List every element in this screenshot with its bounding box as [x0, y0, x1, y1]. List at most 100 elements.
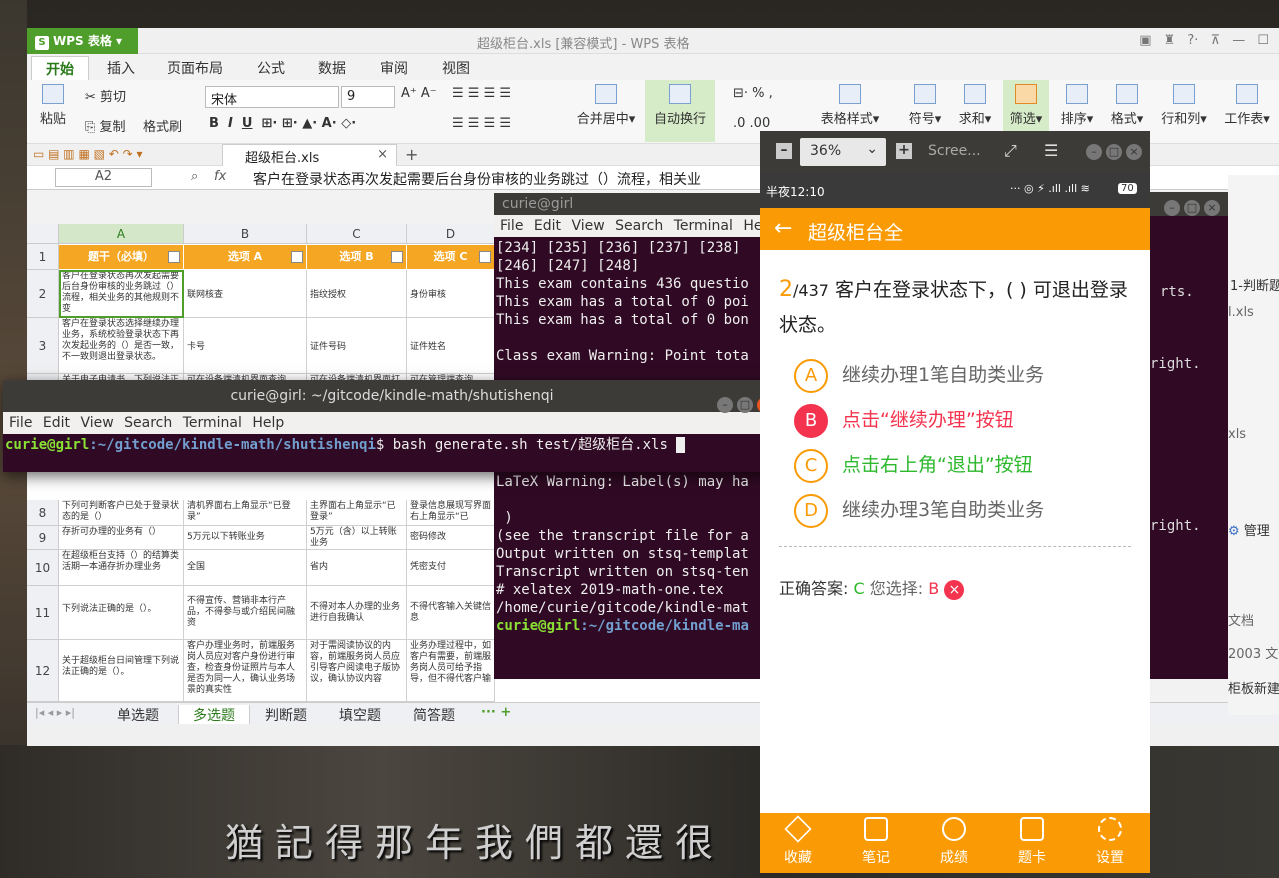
file-item[interactable]: 文档 [1228, 610, 1254, 629]
minimize-icon[interactable]: – [717, 397, 733, 413]
terminal-front-prompt-line[interactable]: curie@girl:~/gitcode/kindle-math/shutish… [3, 434, 781, 456]
maximize-icon[interactable]: □ [1106, 144, 1122, 160]
sheet-tab-single-choice[interactable]: 单选题 [117, 705, 159, 725]
font-family-select[interactable]: 宋体 [205, 86, 339, 108]
symbol-button[interactable]: 符号▾ [905, 84, 945, 127]
sum-button[interactable]: 求和▾ [955, 84, 995, 127]
row-header[interactable]: 11 [27, 586, 59, 640]
table-cell[interactable]: 全国 [184, 550, 307, 586]
maximize-icon[interactable]: □ [737, 397, 753, 413]
filter-dropdown-icon[interactable] [479, 251, 491, 263]
wps-app-menu-button[interactable]: S WPS 表格 ▾ [27, 28, 138, 54]
row-header[interactable]: 3 [27, 318, 59, 374]
wrap-text-button[interactable]: 自动换行 [645, 80, 715, 142]
name-box[interactable]: A2 [55, 168, 152, 187]
maximize-icon[interactable]: □ [1184, 200, 1200, 216]
table-cell[interactable]: 登录信息展现写界面右上角显示“已 [407, 500, 495, 526]
search-icon[interactable]: ⌕ [191, 169, 198, 184]
zoom-select[interactable]: 36% ⌄ [800, 138, 886, 166]
table-cell[interactable]: 关于超级柜台日间管理下列说法正确的是（）。 [59, 640, 184, 702]
menu-icon[interactable]: ☰ [1044, 141, 1058, 160]
row-header[interactable]: 2 [27, 270, 59, 318]
filter-dropdown-icon[interactable] [391, 251, 403, 263]
select-all-corner[interactable] [27, 224, 59, 244]
nav-question-card[interactable]: 题卡 [1002, 817, 1062, 867]
close-icon[interactable]: × [1126, 144, 1142, 160]
zoom-out-button[interactable]: – [776, 143, 792, 159]
paste-button[interactable]: 粘贴 [33, 84, 73, 127]
tab-page-layout[interactable]: 页面布局 [167, 58, 223, 78]
menu-terminal[interactable]: Terminal [674, 218, 733, 234]
nav-score[interactable]: 成绩 [924, 817, 984, 867]
table-cell[interactable]: 凭密支付 [407, 550, 495, 586]
row-header[interactable]: 10 [27, 550, 59, 586]
table-cell[interactable]: 客户在登录状态选择继续办理业务，系统校验登录状态下再次发起业务的（）是否一致，不… [59, 318, 184, 374]
fx-label[interactable]: fx [214, 169, 226, 184]
copy-button[interactable]: ⎘ 复制 [85, 116, 126, 135]
table-cell[interactable]: 不得对本人办理的业务进行自我确认 [307, 586, 407, 640]
row-header[interactable]: 1 [27, 244, 59, 270]
tab-home[interactable]: 开始 [31, 56, 89, 81]
table-style-button[interactable]: 表格样式▾ [815, 84, 885, 127]
menu-search[interactable]: Search [124, 415, 172, 431]
sheet-tab-short-answer[interactable]: 简答题 [413, 705, 455, 725]
formula-input[interactable]: 客户在登录状态再次发起需要后台身份审核的业务跳过（）流程，相关业 [253, 169, 701, 189]
header-cell[interactable]: 题干（必填） [59, 245, 184, 269]
column-header-b[interactable]: B [184, 224, 307, 244]
row-header[interactable]: 12 [27, 640, 59, 702]
table-cell[interactable]: 不得宣传、营销非本行产品，不得参与或介绍民间融资 [184, 586, 307, 640]
filter-dropdown-icon[interactable] [168, 251, 180, 263]
table-cell[interactable]: 5万元（含）以上转账业务 [307, 526, 407, 550]
new-tab-icon[interactable]: + [405, 145, 418, 164]
format-painter-button[interactable]: 格式刷 [143, 116, 182, 135]
table-cell[interactable]: 主界面右上角显示“已登录” [307, 500, 407, 526]
menu-edit[interactable]: Edit [534, 218, 561, 234]
file-item[interactable]: 柜板新建... [1228, 678, 1279, 697]
table-cell[interactable]: 下列说法正确的是（）。 [59, 586, 184, 640]
side-window-controls[interactable]: – □ × [1160, 196, 1220, 218]
sheet-tab-fill-blank[interactable]: 填空题 [339, 705, 381, 725]
row-header[interactable]: 8 [27, 500, 59, 526]
table-cell[interactable]: 在超级柜台支持（）的结算类活期一本通存折办理业务 [59, 550, 184, 586]
quick-access-icons[interactable]: ▭ ▤ ▥ ▦ ▧ ↶ ↷ ▾ [33, 147, 143, 161]
file-item[interactable]: xls [1228, 427, 1246, 442]
table-cell[interactable]: 证件号码 [307, 318, 407, 374]
minimize-icon[interactable]: – [1164, 200, 1180, 216]
table-cell[interactable]: 5万元以下转账业务 [184, 526, 307, 550]
menu-search[interactable]: Search [615, 218, 663, 234]
cut-button[interactable]: ✂ 剪切 [85, 86, 126, 105]
document-tab[interactable]: 超级柜台.xls × [222, 144, 397, 166]
table-cell[interactable]: 联网核查 [184, 270, 307, 318]
tab-insert[interactable]: 插入 [107, 58, 135, 78]
format-button[interactable]: 格式▾ [1107, 84, 1147, 127]
filter-dropdown-icon[interactable] [291, 251, 303, 263]
row-header[interactable]: 9 [27, 526, 59, 550]
file-item[interactable]: l.xls [1228, 305, 1254, 320]
tab-formulas[interactable]: 公式 [257, 58, 285, 78]
table-cell[interactable]: 客户在登录状态再次发起需要后台身份审核的业务跳过（）流程，相关业务的其他规则不变 [59, 270, 184, 318]
option-c[interactable]: C 点击右上角“退出”按钮 [794, 447, 1033, 483]
decimal-buttons[interactable]: .0 .00 [733, 116, 770, 131]
table-cell[interactable]: 不得代客输入关键信息 [407, 586, 495, 640]
option-a[interactable]: A 继续办理1笔自助类业务 [794, 357, 1044, 393]
menu-file[interactable]: File [500, 218, 523, 234]
table-cell[interactable]: 密码修改 [407, 526, 495, 550]
table-cell[interactable]: 对于需阅读协议的内容，前端服务岗人员应引导客户阅读电子版协议，确认协议内容 [307, 640, 407, 702]
table-cell[interactable]: 业务办理过程中，如客户有需要，前端服务岗人员可给予指导，但不得代客户输 [407, 640, 495, 702]
manage-link[interactable]: ⚙ 管理 [1228, 520, 1270, 539]
menu-terminal[interactable]: Terminal [183, 415, 242, 431]
nav-favorite[interactable]: 收藏 [768, 815, 828, 867]
option-d[interactable]: D 继续办理3笔自助类业务 [794, 492, 1044, 528]
menu-view[interactable]: View [80, 415, 113, 431]
sheet-button[interactable]: 工作表▾ [1219, 84, 1275, 127]
menu-edit[interactable]: Edit [43, 415, 70, 431]
close-tab-icon[interactable]: × [377, 147, 388, 162]
header-cell[interactable]: 选项 A [184, 245, 307, 269]
table-cell[interactable]: 存折可办理的业务有（） [59, 526, 184, 550]
back-arrow-icon[interactable]: ← [774, 216, 792, 241]
sheet-tab-true-false[interactable]: 判断题 [265, 705, 307, 725]
sheet-nav-arrows[interactable]: |◂ ◂ ▸ ▸| [35, 706, 75, 719]
option-b[interactable]: B 点击“继续办理”按钮 [794, 402, 1014, 438]
nav-notes[interactable]: 笔记 [846, 817, 906, 867]
font-size-select[interactable]: 9 [341, 86, 395, 108]
